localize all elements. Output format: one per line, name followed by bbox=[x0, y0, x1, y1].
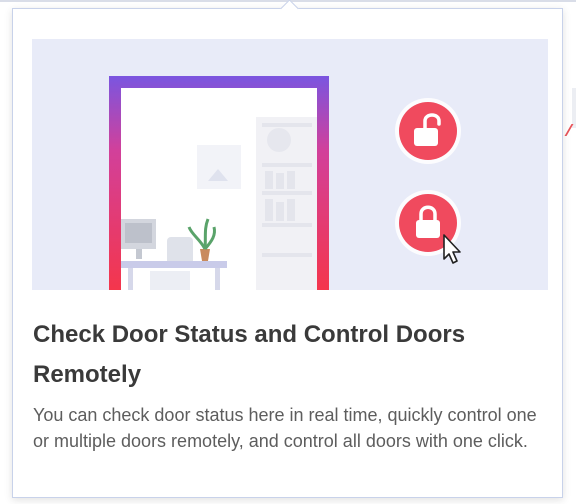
background-app-edge bbox=[572, 88, 576, 128]
feature-guide-popover: Check Door Status and Control Doors Remo… bbox=[12, 0, 563, 498]
popover-arrow bbox=[280, 0, 299, 18]
door-control-illustration bbox=[32, 39, 548, 290]
unlock-door-button bbox=[395, 98, 461, 164]
guide-title: Check Door Status and Control Doors Remo… bbox=[33, 321, 466, 388]
background-app-mark bbox=[564, 124, 576, 136]
guide-description: You can check door status here in real t… bbox=[33, 405, 537, 451]
